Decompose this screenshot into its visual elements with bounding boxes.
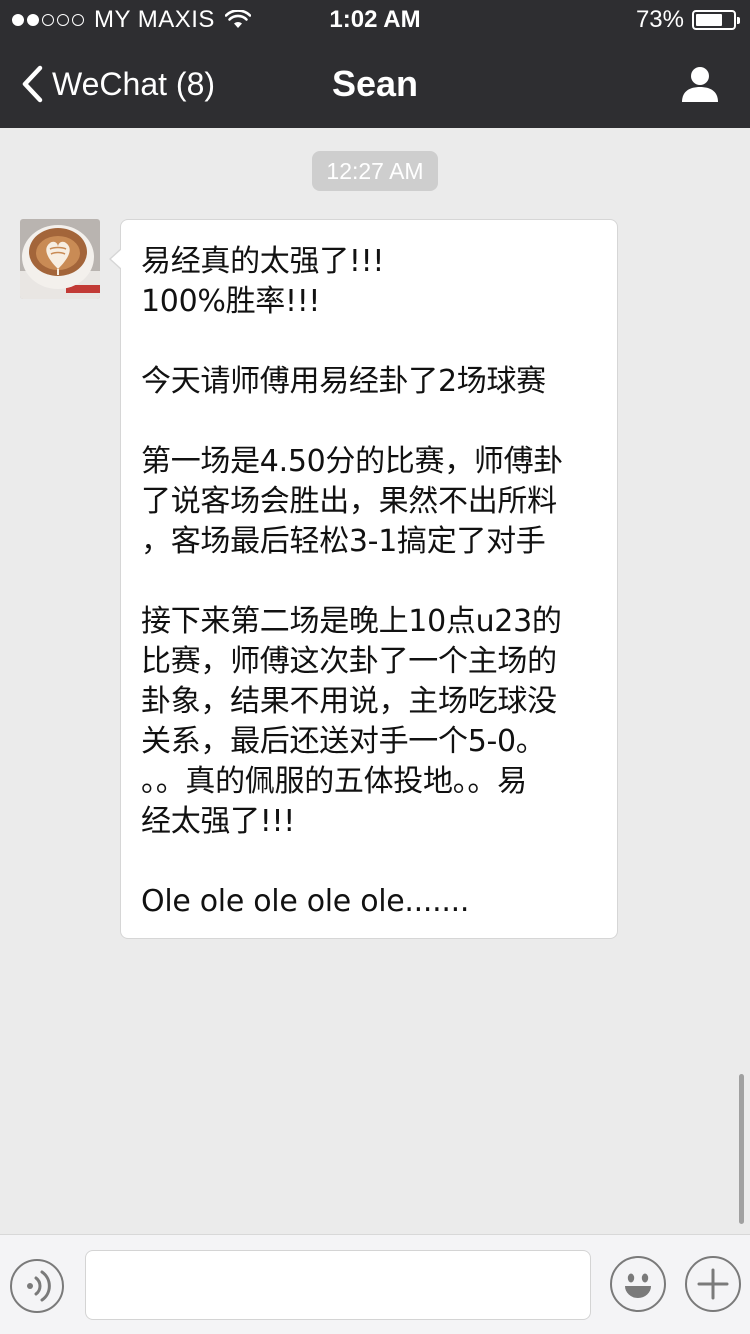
chevron-left-icon [22,65,43,103]
person-icon[interactable] [680,64,720,104]
message-text-line: 第一场是4.50分的比赛，师傅卦 [141,444,563,479]
battery-icon [692,10,740,30]
message-text-line: 卦象，结果不用说，主场吃球没 [141,684,557,719]
scroll-indicator [739,1074,744,1224]
battery-tip [737,17,740,24]
battery-percentage: 73% [635,6,684,33]
emoji-button[interactable] [610,1256,666,1312]
message-timestamp: 12:27 AM [312,151,438,191]
chat-area[interactable]: 12:27 AM 易经真的太强了!!! 100%胜率!!! 今天请师傅用易经卦了2场… [0,128,750,1234]
status-right: 73% [635,0,740,40]
voice-input-button[interactable] [10,1259,64,1313]
message-text-line: 今天请师傅用易经卦了2场球赛 [141,364,546,399]
more-options-button[interactable] [685,1256,741,1312]
back-button-label: WeChat (8) [52,65,216,102]
battery-level-fill [696,14,723,26]
navigation-bar: WeChat (8) Sean [0,40,750,128]
input-bar [0,1234,750,1334]
message-text-line: 易经真的太强了!!! [141,244,385,279]
message-text-line: 了说客场会胜出，果然不出所料 [141,484,557,519]
message-text-line: 。。真的佩服的五体投地。。易 [141,764,527,799]
chat-screen: MY MAXIS 1:02 AM 73% WeChat (8) Sean 12:… [0,0,750,1334]
voice-icon [27,1270,51,1302]
message-text-line: 接下来第二场是晚上10点u23的 [141,604,562,639]
message-bubble[interactable]: 易经真的太强了!!! 100%胜率!!! 今天请师傅用易经卦了2场球赛 第一场是4.5… [109,219,618,939]
message-text-line: 关系，最后还送对手一个5-0。 [141,724,546,759]
back-button[interactable]: WeChat (8) [20,40,215,128]
message-text-line: 经太强了!!! [141,804,295,839]
message-text-line: Ole ole ole ole ole....... [141,884,470,919]
latte-art-avatar-image [20,219,100,299]
message-text-line: ，客场最后轻松3-1搞定了对手 [141,524,546,559]
plus-icon [697,1268,729,1300]
emoji-icon [625,1273,651,1298]
status-bar: MY MAXIS 1:02 AM 73% [0,0,750,40]
message-input[interactable] [85,1250,591,1320]
message-text-line: 100%胜率!!! [141,284,321,319]
avatar[interactable] [20,219,100,299]
message-text-line: 比赛，师傅这次卦了一个主场的 [141,644,557,679]
